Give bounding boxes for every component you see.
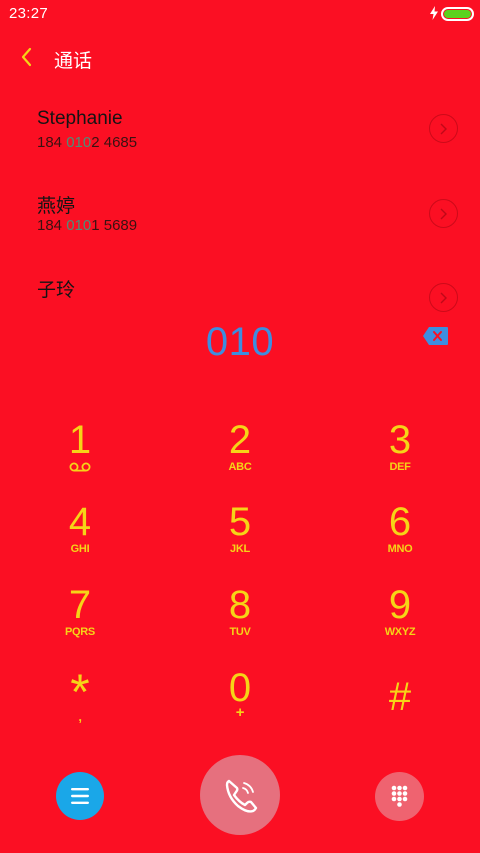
key-letters: , — [78, 709, 82, 724]
key-7[interactable]: 7 PQRS — [0, 575, 160, 657]
key-letters: TUV — [229, 626, 251, 638]
menu-icon — [71, 788, 89, 804]
contact-detail-icon[interactable] — [429, 283, 458, 312]
status-time: 23:27 — [9, 5, 49, 22]
dialpad-icon — [391, 785, 408, 807]
key-digit: 2 — [228, 418, 252, 462]
key-digit: 5 — [228, 500, 252, 544]
number-match: 010 — [66, 217, 92, 234]
number-suffix: 1 5689 — [91, 217, 138, 234]
key-digit: 4 — [68, 500, 92, 544]
key-letters: WXYZ — [384, 626, 416, 638]
key-digit: 3 — [388, 418, 412, 462]
key-6[interactable]: 6 MNO — [320, 492, 480, 574]
voicemail-icon — [69, 462, 91, 472]
contact-number: 184 0101 5689 — [37, 217, 137, 234]
battery-level — [444, 10, 471, 18]
dialpad-toggle-button[interactable] — [375, 772, 424, 821]
key-5[interactable]: 5 JKL — [160, 492, 320, 574]
backspace-icon[interactable] — [422, 326, 449, 346]
key-4[interactable]: 4 GHI — [0, 492, 160, 574]
phone-icon — [225, 779, 258, 813]
key-digit: 7 — [68, 583, 92, 627]
key-digit: 8 — [228, 583, 252, 627]
contact-detail-icon[interactable] — [429, 199, 458, 228]
key-0[interactable]: 0 + — [160, 658, 320, 740]
key-8[interactable]: 8 TUV — [160, 575, 320, 657]
page-title: 通话 — [54, 51, 93, 72]
bottom-bar — [0, 755, 480, 840]
key-letters: JKL — [230, 543, 250, 555]
number-suffix: 2 4685 — [91, 134, 138, 151]
key-digit: * — [70, 664, 90, 720]
menu-button[interactable] — [56, 772, 104, 820]
contact-name: Stephanie — [37, 108, 123, 129]
key-letters: ABC — [228, 461, 252, 473]
number-match: 010 — [66, 134, 92, 151]
key-hash[interactable]: # — [320, 658, 480, 740]
key-digit: # — [388, 675, 412, 719]
key-letters: DEF — [389, 461, 411, 473]
chevron-right-icon — [440, 292, 447, 304]
key-letters: MNO — [387, 543, 413, 555]
header: 通话 — [0, 38, 480, 78]
contact-row[interactable]: 子玲 — [0, 275, 480, 315]
number-prefix: 184 — [37, 134, 67, 151]
number-prefix: 184 — [37, 217, 67, 234]
contact-detail-icon[interactable] — [429, 114, 458, 143]
contact-row[interactable]: Stephanie 184 0102 4685 — [0, 108, 480, 190]
entered-number: 010 — [205, 320, 275, 364]
charging-bolt-icon — [430, 6, 438, 20]
key-9[interactable]: 9 WXYZ — [320, 575, 480, 657]
contact-number: 184 0102 4685 — [37, 134, 137, 151]
call-button[interactable] — [200, 755, 280, 835]
contact-name: 子玲 — [37, 280, 76, 301]
battery-icon — [441, 7, 474, 21]
status-bar: 23:27 — [0, 0, 480, 28]
key-letters: PQRS — [65, 626, 95, 638]
back-icon[interactable] — [16, 45, 38, 69]
key-2[interactable]: 2 ABC — [160, 410, 320, 492]
chevron-right-icon — [440, 123, 447, 135]
key-digit: 1 — [68, 418, 92, 462]
key-digit: 9 — [388, 583, 412, 627]
contact-row[interactable]: 燕婷 184 0101 5689 — [0, 191, 480, 273]
key-digit: 6 — [388, 500, 412, 544]
key-letters: + — [235, 704, 245, 721]
contact-name: 燕婷 — [37, 196, 76, 217]
keypad: 1 2 ABC 3 DEF 4 GHI 5 JKL 6 MNO 7 PQRS 8… — [0, 410, 480, 740]
key-letters: GHI — [70, 543, 90, 555]
key-1[interactable]: 1 — [0, 410, 160, 492]
key-3[interactable]: 3 DEF — [320, 410, 480, 492]
key-star[interactable]: * , — [0, 658, 160, 740]
chevron-right-icon — [440, 208, 447, 220]
